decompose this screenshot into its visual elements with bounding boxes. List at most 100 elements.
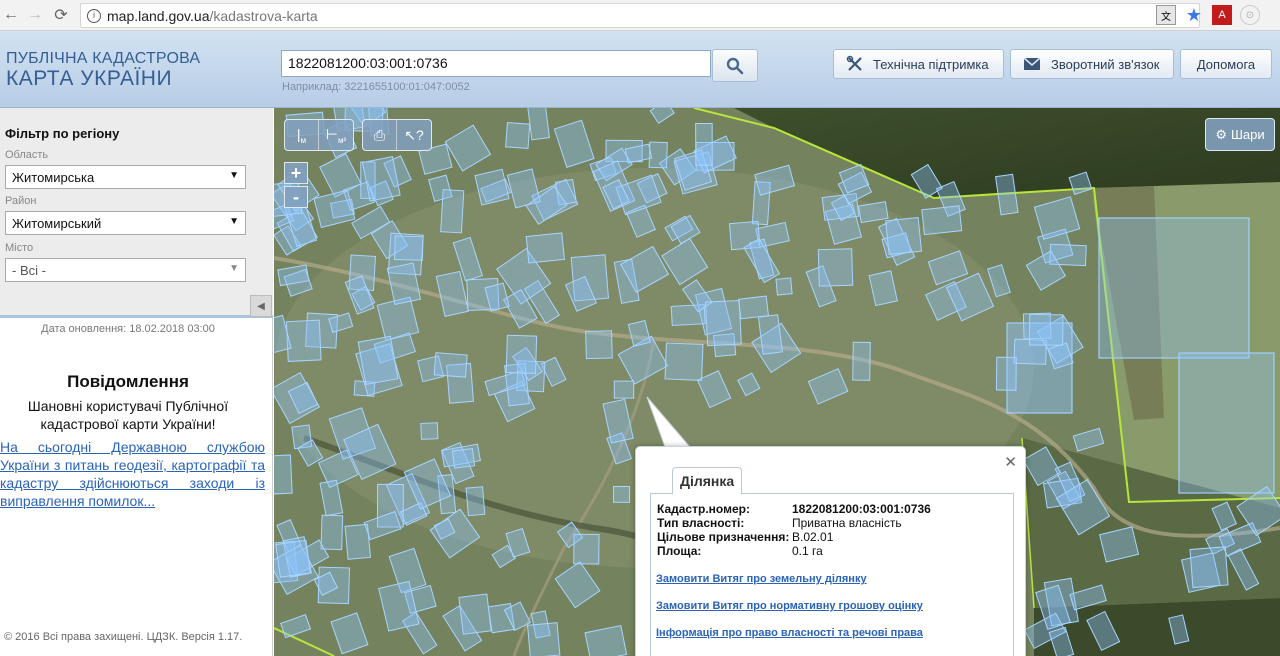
rayon-select[interactable]: Житомирський ▼ <box>5 211 246 235</box>
land-parcel[interactable] <box>995 356 1017 391</box>
url-host: map.land.gov.ua <box>107 7 210 24</box>
search-hint: Наприклад: 3221655100:01:047:0052 <box>282 81 470 93</box>
land-parcel[interactable] <box>420 422 439 440</box>
help-button[interactable]: Допомога <box>1180 49 1272 79</box>
city-select[interactable]: - Всі - ▼ <box>5 258 246 282</box>
back-arrow-icon[interactable]: ← <box>0 4 22 26</box>
land-parcel[interactable] <box>357 335 399 386</box>
land-parcel[interactable] <box>648 141 668 169</box>
land-parcel[interactable] <box>465 486 486 517</box>
logo-line1: ПУБЛІЧНА КАДАСТРОВА <box>6 50 201 67</box>
dropdown-arrow-icon: ▼ <box>229 263 239 274</box>
reload-icon[interactable]: ⟳ <box>50 4 72 26</box>
ownership-info-link[interactable]: Інформація про право власності та речові… <box>656 627 923 639</box>
extension-icon[interactable]: ⊙ <box>1240 5 1260 25</box>
land-parcel[interactable] <box>394 235 424 261</box>
search-button[interactable] <box>712 49 758 82</box>
land-parcel[interactable] <box>433 352 468 378</box>
search-icon <box>726 57 744 74</box>
bookmark-star-icon[interactable]: ★ <box>1184 5 1204 25</box>
land-parcel[interactable] <box>526 108 550 141</box>
land-parcel[interactable] <box>775 277 793 296</box>
zoom-in-button[interactable]: + <box>284 162 308 184</box>
land-parcel[interactable] <box>885 216 923 256</box>
oblast-select[interactable]: Житомирська ▼ <box>5 165 246 189</box>
land-parcel[interactable] <box>757 314 783 355</box>
identify-button[interactable]: ↖? <box>397 120 431 150</box>
dropdown-arrow-icon: ▼ <box>229 170 239 181</box>
land-parcel[interactable] <box>275 539 312 578</box>
land-parcel[interactable] <box>705 299 742 347</box>
land-parcel[interactable] <box>274 454 293 495</box>
oblast-label: Область <box>5 149 49 161</box>
measure-distance-button[interactable]: |м <box>285 120 319 150</box>
tech-support-button[interactable]: Технічна підтримка <box>833 49 1004 79</box>
cursor-question-icon: ↖? <box>404 126 424 143</box>
land-parcel[interactable] <box>451 447 476 469</box>
land-parcel[interactable] <box>1189 546 1229 589</box>
land-parcel[interactable] <box>738 295 769 320</box>
tab-parcel[interactable]: Ділянка <box>672 467 743 494</box>
land-parcel[interactable] <box>440 189 465 234</box>
land-parcel[interactable] <box>852 341 871 381</box>
region-filter-panel: Фільтр по регіону Область Житомирська ▼ … <box>0 108 273 318</box>
collapse-sidebar-button[interactable]: ◀ <box>250 295 272 317</box>
layers-button[interactable]: ⚙ Шари <box>1205 118 1275 151</box>
land-parcel[interactable] <box>505 334 538 374</box>
zoom-out-button[interactable]: - <box>284 186 308 208</box>
oblast-value: Житомирська <box>12 170 95 185</box>
land-parcel[interactable] <box>458 593 492 635</box>
pdf-extension-icon[interactable]: A <box>1212 5 1232 25</box>
feedback-button[interactable]: Зворотний зв'язок <box>1010 49 1174 79</box>
land-parcel[interactable] <box>921 205 963 236</box>
logo-line2: КАРТА УКРАЇНИ <box>6 66 173 90</box>
land-parcel[interactable] <box>505 121 531 150</box>
message-link[interactable]: На сьогодні Державною службою України з … <box>0 438 265 510</box>
rayon-value: Житомирський <box>12 216 102 231</box>
land-parcel[interactable] <box>695 122 713 166</box>
order-extract-link[interactable]: Замовити Витяг про земельну ділянку <box>656 573 867 585</box>
land-parcel[interactable] <box>817 248 854 287</box>
print-tools: ⎙ ↖? <box>362 119 432 151</box>
land-parcel[interactable] <box>526 622 561 656</box>
info-value: Приватна власність <box>792 516 902 530</box>
ruler-icon: |м <box>296 125 307 145</box>
land-parcel[interactable] <box>344 523 372 560</box>
site-logo[interactable]: ПУБЛІЧНА КАДАСТРОВА КАРТА УКРАЇНИ <box>6 50 201 90</box>
site-header: ПУБЛІЧНА КАДАСТРОВА КАРТА УКРАЇНИ 182208… <box>0 31 1280 108</box>
land-parcel[interactable] <box>1028 314 1064 346</box>
land-parcel[interactable] <box>613 380 635 399</box>
forward-arrow-icon[interactable]: → <box>24 4 46 26</box>
land-parcel[interactable] <box>612 485 631 503</box>
order-valuation-link[interactable]: Замовити Витяг про нормативну грошову оц… <box>656 600 923 612</box>
land-parcel[interactable] <box>474 168 510 206</box>
filter-title: Фільтр по регіону <box>5 126 120 141</box>
close-icon[interactable]: ✕ <box>1004 453 1017 471</box>
cadastral-map[interactable]: |м ⊢м² ⎙ ↖? + - ⚙ Шари ✕ Ділянка Кадастр… <box>274 108 1280 656</box>
cadastral-search-input[interactable]: 1822081200:03:001:0736 <box>281 50 711 77</box>
message-title: Повідомлення <box>67 372 189 391</box>
land-parcel[interactable] <box>857 201 889 224</box>
info-row: Кадастр.номер: 1822081200:03:001:0736 <box>657 502 931 516</box>
measure-tools: |м ⊢м² <box>284 119 354 151</box>
parcel-info: Кадастр.номер: 1822081200:03:001:0736 Тип… <box>650 493 1014 656</box>
land-parcel[interactable] <box>585 330 613 360</box>
parcel-popup: ✕ Ділянка Кадастр.номер: 1822081200:03:00… <box>635 446 1026 656</box>
land-parcel[interactable] <box>285 319 322 362</box>
land-parcel[interactable] <box>525 232 566 264</box>
url-path: /kadastrova-karta <box>209 7 318 24</box>
measure-area-button[interactable]: ⊢м² <box>319 120 353 150</box>
land-parcel[interactable] <box>320 514 344 551</box>
land-parcel[interactable] <box>573 533 600 565</box>
translate-icon[interactable]: 文 <box>1156 5 1176 25</box>
plus-icon: + <box>290 162 302 183</box>
chevron-left-icon: ◀ <box>257 300 265 312</box>
dropdown-arrow-icon: ▼ <box>229 216 239 227</box>
help-label: Допомога <box>1196 56 1256 72</box>
info-row: Цільове призначення: В.02.01 <box>657 530 833 544</box>
print-button[interactable]: ⎙ <box>363 120 397 150</box>
message-subtitle: Шановні користувачі Публічної кадастрово… <box>27 398 229 432</box>
land-parcel[interactable] <box>664 342 704 381</box>
address-bar[interactable]: i map.land.gov.ua/kadastrova-karta <box>80 3 1200 28</box>
info-row: Тип власності: Приватна власність <box>657 516 902 530</box>
